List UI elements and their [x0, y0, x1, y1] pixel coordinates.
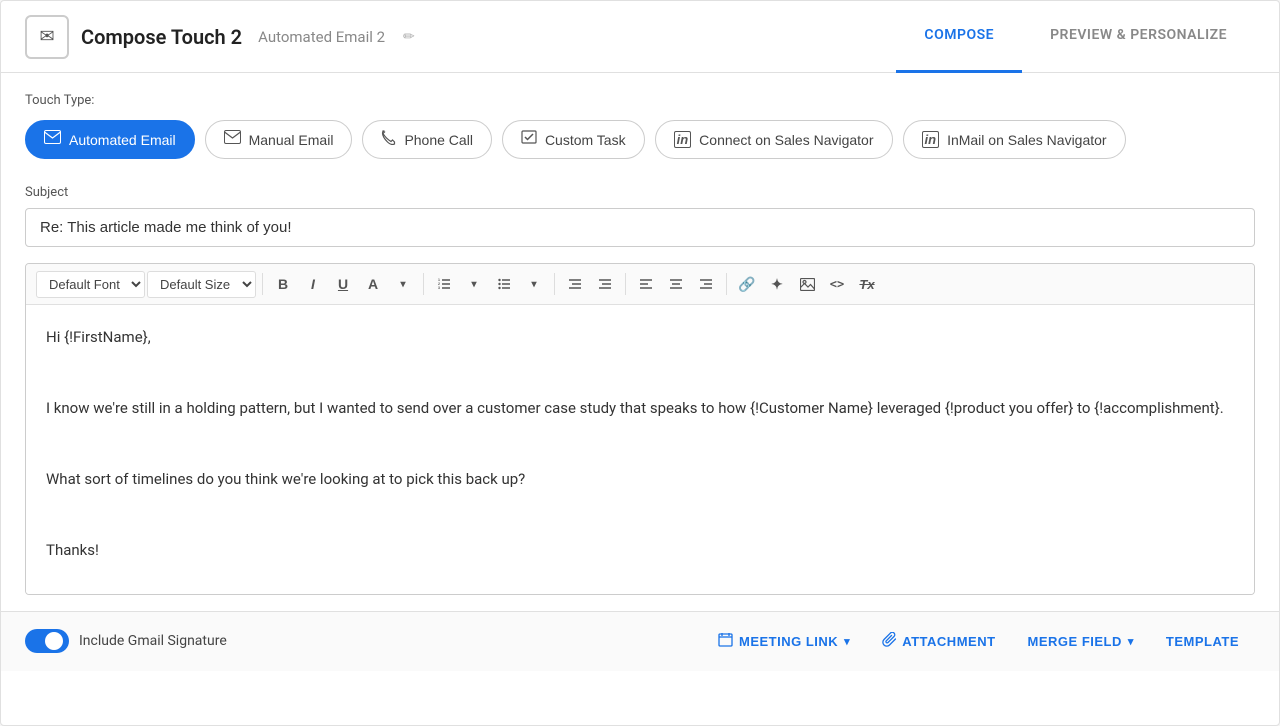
touch-btn-custom-task[interactable]: Custom Task	[502, 120, 645, 159]
footer-actions: MEETING LINK ▾ ATTACHMENT MERGE FIELD ▾ …	[702, 624, 1255, 659]
toolbar-divider-5	[726, 273, 727, 295]
toolbar-divider-4	[625, 273, 626, 295]
email-body[interactable]: Hi {!FirstName}, I know we're still in a…	[26, 305, 1254, 594]
automated-email-icon	[44, 130, 61, 149]
email-line-6	[46, 503, 1234, 529]
email-line-3: I know we're still in a holding pattern,…	[46, 396, 1234, 422]
email-line-4	[46, 432, 1234, 458]
meeting-link-label: MEETING LINK	[739, 634, 838, 649]
signature-toggle-section: Include Gmail Signature	[25, 629, 227, 653]
toolbar-divider-3	[554, 273, 555, 295]
connect-sales-nav-label: Connect on Sales Navigator	[699, 132, 873, 148]
bold-button[interactable]: B	[269, 270, 297, 298]
header: ✉ Compose Touch 2 Automated Email 2 ✏ CO…	[1, 1, 1279, 73]
compose-icon: ✉	[39, 26, 54, 47]
subject-label: Subject	[25, 185, 1255, 200]
italic-button[interactable]: I	[299, 270, 327, 298]
align-left-button[interactable]	[632, 270, 660, 298]
source-code-button[interactable]: <>	[823, 270, 851, 298]
outdent-button[interactable]	[561, 270, 589, 298]
merge-field-button[interactable]: MERGE FIELD ▾	[1012, 626, 1150, 657]
touch-btn-connect-sales-nav[interactable]: in Connect on Sales Navigator	[655, 120, 893, 159]
image-button[interactable]	[793, 270, 821, 298]
font-color-arrow[interactable]: ▾	[389, 270, 417, 298]
meeting-link-icon	[718, 632, 733, 650]
manual-email-icon	[224, 130, 241, 149]
header-nav: COMPOSE PREVIEW & PERSONALIZE	[896, 1, 1255, 72]
editor-footer: Include Gmail Signature MEETING LINK ▾ A…	[1, 611, 1279, 671]
font-family-select[interactable]: Default Font	[36, 271, 145, 298]
touch-btn-inmail-sales-nav[interactable]: in InMail on Sales Navigator	[903, 120, 1126, 159]
tab-compose[interactable]: COMPOSE	[896, 1, 1022, 73]
edit-icon[interactable]: ✏	[403, 29, 415, 45]
toolbar-divider-1	[262, 273, 263, 295]
phone-call-label: Phone Call	[404, 132, 473, 148]
touch-btn-manual-email[interactable]: Manual Email	[205, 120, 353, 159]
signature-label: Include Gmail Signature	[79, 633, 227, 649]
email-line-5: What sort of timelines do you think we'r…	[46, 467, 1234, 493]
custom-task-label: Custom Task	[545, 132, 626, 148]
editor-toolbar: Default Font Default Size B I U A ▾ 123 …	[26, 264, 1254, 305]
toolbar-divider-2	[423, 273, 424, 295]
merge-field-chevron: ▾	[1128, 635, 1134, 648]
merge-field-label: MERGE FIELD	[1028, 634, 1122, 649]
toggle-slider	[25, 629, 69, 653]
touch-type-section: Touch Type: Automated Email	[1, 73, 1279, 169]
header-left: ✉ Compose Touch 2 Automated Email 2 ✏	[25, 15, 415, 59]
indent-button[interactable]	[591, 270, 619, 298]
email-line-1: Hi {!FirstName},	[46, 325, 1234, 351]
automated-email-label: Automated Email	[69, 132, 176, 148]
svg-text:3: 3	[438, 286, 440, 290]
phone-call-icon	[381, 130, 396, 150]
ordered-list-arrow[interactable]: ▾	[460, 270, 488, 298]
underline-button[interactable]: U	[329, 270, 357, 298]
connect-sales-nav-icon: in	[674, 131, 692, 149]
align-right-button[interactable]	[692, 270, 720, 298]
attachment-label: ATTACHMENT	[902, 634, 995, 649]
touch-btn-automated-email[interactable]: Automated Email	[25, 120, 195, 159]
custom-task-icon	[521, 129, 537, 150]
template-button[interactable]: TEMPLATE	[1150, 626, 1255, 657]
unordered-list-button[interactable]	[490, 270, 518, 298]
font-size-select[interactable]: Default Size	[147, 271, 256, 298]
editor-section: Default Font Default Size B I U A ▾ 123 …	[1, 247, 1279, 611]
unordered-list-arrow[interactable]: ▾	[520, 270, 548, 298]
template-label: TEMPLATE	[1166, 634, 1239, 649]
subject-section: Subject	[1, 169, 1279, 247]
meeting-link-button[interactable]: MEETING LINK ▾	[702, 624, 866, 658]
email-line-2	[46, 361, 1234, 387]
clear-format-button[interactable]: Tx	[853, 270, 881, 298]
subject-input[interactable]	[25, 208, 1255, 247]
link-button[interactable]: 🔗	[733, 270, 761, 298]
inmail-sales-nav-label: InMail on Sales Navigator	[947, 132, 1107, 148]
attachment-icon	[882, 632, 896, 651]
special-char-button[interactable]: ✦	[763, 270, 791, 298]
meeting-link-chevron: ▾	[844, 635, 850, 648]
compose-touch-modal: ✉ Compose Touch 2 Automated Email 2 ✏ CO…	[0, 0, 1280, 726]
manual-email-label: Manual Email	[249, 132, 334, 148]
touch-type-label: Touch Type:	[25, 93, 1255, 108]
tab-preview-personalize[interactable]: PREVIEW & PERSONALIZE	[1022, 1, 1255, 73]
touch-btn-phone-call[interactable]: Phone Call	[362, 120, 492, 159]
page-title: Compose Touch 2	[81, 25, 242, 49]
compose-icon-box: ✉	[25, 15, 69, 59]
inmail-sales-nav-icon: in	[922, 131, 940, 149]
ordered-list-button[interactable]: 123	[430, 270, 458, 298]
email-type-subtitle: Automated Email 2	[258, 28, 385, 46]
attachment-button[interactable]: ATTACHMENT	[866, 624, 1011, 659]
email-line-7: Thanks!	[46, 538, 1234, 564]
signature-toggle-switch[interactable]	[25, 629, 69, 653]
font-color-button[interactable]: A	[359, 270, 387, 298]
editor-container: Default Font Default Size B I U A ▾ 123 …	[25, 263, 1255, 595]
touch-type-buttons: Automated Email Manual Email Phone	[25, 120, 1255, 159]
align-center-button[interactable]	[662, 270, 690, 298]
